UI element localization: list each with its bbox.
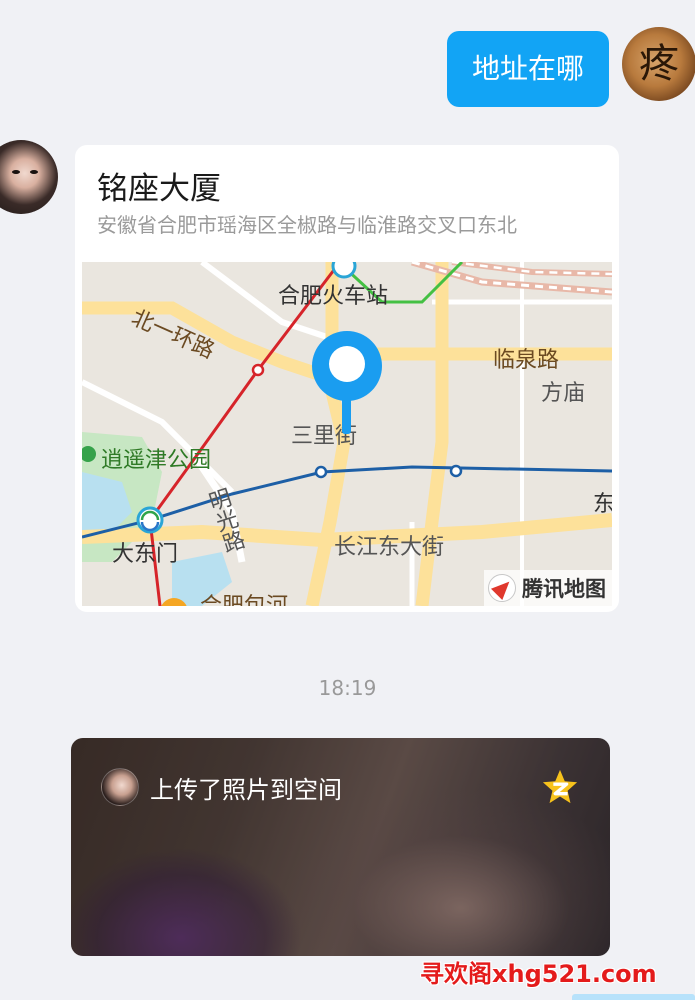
location-address: 安徽省合肥市瑶海区全椒路与临淮路交叉口东北 [97, 213, 517, 237]
next-bubble-edge [572, 994, 695, 1000]
photo-card-text: 上传了照片到空间 [150, 776, 342, 804]
map-label-park: 逍遥津公园 [101, 448, 212, 473]
photo-card-avatar [101, 768, 139, 806]
my-avatar-glyph: 疼 [639, 41, 679, 87]
location-pin-icon [312, 331, 382, 434]
location-title: 铭座大厦 [97, 171, 221, 207]
location-card[interactable]: 铭座大厦 安徽省合肥市瑶海区全椒路与临淮路交叉口东北 合肥火车站 北一环路 临泉… [75, 145, 619, 612]
map-label-changjiang-street: 长江东大街 [334, 535, 445, 560]
compass-icon [488, 574, 516, 602]
map-preview[interactable]: 合肥火车站 北一环路 临泉路 方庙 三里街 逍遥津公园 明光路 大东门 长江东大… [82, 262, 612, 606]
site-watermark: 寻欢阁xhg521.com [420, 960, 657, 988]
qzone-photo-card[interactable]: 上传了照片到空间 [71, 738, 610, 956]
map-label-east-cut: 东 [593, 492, 612, 517]
map-label-fangmiao: 方庙 [541, 381, 586, 406]
message-timestamp: 18:19 [318, 676, 377, 700]
avatar-eye [30, 170, 38, 174]
qzone-star-icon [542, 769, 578, 804]
map-label-linquan-road: 临泉路 [493, 348, 560, 373]
map-provider-logo: 腾讯地图 [484, 570, 612, 606]
map-provider-name: 腾讯地图 [522, 577, 606, 601]
map-label-dadongmen: 大东门 [112, 542, 179, 567]
contact-avatar[interactable] [0, 140, 58, 214]
outgoing-message-bubble[interactable]: 地址在哪 [447, 31, 609, 107]
avatar-eye [12, 170, 20, 174]
map-label-baohe: 合肥包河 [200, 588, 288, 606]
my-avatar[interactable]: 疼 [622, 27, 695, 101]
map-label-station: 合肥火车站 [278, 284, 389, 309]
